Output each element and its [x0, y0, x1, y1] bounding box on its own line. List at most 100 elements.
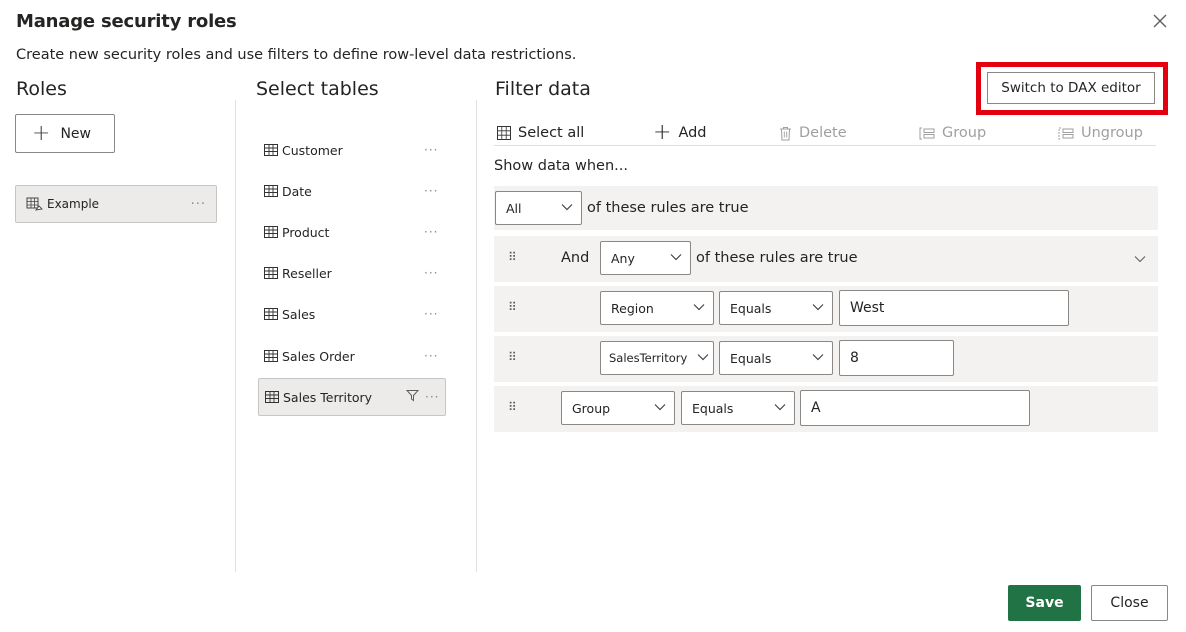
filter-heading: Filter data [495, 78, 591, 100]
trash-icon [780, 126, 791, 140]
chevron-down-icon [697, 354, 709, 361]
group-rule-row: ⠿ And Any of these rules are true [494, 236, 1158, 282]
table-item-sales-order[interactable]: Sales Order ··· [258, 338, 446, 374]
plus-icon: + [653, 120, 672, 145]
table-item-label: Sales [282, 306, 316, 322]
operator-select[interactable]: Equals [719, 341, 833, 375]
drag-handle-icon[interactable]: ⠿ [508, 251, 517, 263]
divider [476, 100, 477, 572]
ungroup-button[interactable]: Ungroup [1058, 122, 1143, 144]
chevron-down-icon [693, 304, 705, 311]
table-icon [264, 350, 278, 362]
select-all-icon [497, 126, 511, 140]
select-value: All [506, 200, 522, 216]
table-item-product[interactable]: Product ··· [258, 214, 446, 250]
divider [235, 100, 236, 572]
top-rule-row: All of these rules are true [494, 186, 1158, 230]
select-value: Equals [730, 350, 772, 366]
select-value: SalesTerritory [609, 351, 689, 365]
condition-row: ⠿ SalesTerritory Equals 8 [494, 336, 1158, 382]
rule-suffix: of these rules are true [696, 250, 858, 266]
add-button[interactable]: + Add [653, 122, 707, 144]
table-item-label: Reseller [282, 265, 332, 281]
group-icon [919, 127, 935, 139]
ungroup-label: Ungroup [1081, 125, 1143, 141]
value-field[interactable]: A [800, 390, 1030, 426]
more-options-icon[interactable]: ··· [424, 225, 438, 239]
condition-row: ⠿ Group Equals A [494, 386, 1158, 432]
chevron-down-icon [812, 354, 824, 361]
more-options-icon[interactable]: ··· [424, 184, 438, 198]
chevron-down-icon [561, 204, 573, 211]
more-options-icon[interactable]: ··· [424, 349, 438, 363]
table-item-label: Sales Order [282, 348, 355, 364]
role-item-label: Example [47, 197, 100, 211]
more-options-icon[interactable]: ··· [424, 307, 438, 321]
column-select[interactable]: Group [561, 391, 675, 425]
table-item-customer[interactable]: Customer ··· [258, 132, 446, 168]
chevron-down-icon [654, 404, 666, 411]
table-icon [265, 391, 279, 403]
chevron-down-icon [670, 254, 682, 261]
select-value: Equals [730, 300, 772, 316]
table-item-label: Customer [282, 142, 343, 158]
table-item-reseller[interactable]: Reseller ··· [258, 255, 446, 291]
drag-handle-icon[interactable]: ⠿ [508, 351, 517, 363]
select-value: Region [611, 300, 654, 316]
role-icon [26, 197, 43, 211]
dialog-title: Manage security roles [16, 11, 237, 32]
dialog-subtitle: Create new security roles and use filter… [16, 47, 577, 63]
table-item-date[interactable]: Date ··· [258, 173, 446, 209]
table-icon [264, 185, 278, 197]
new-role-label: New [60, 125, 91, 142]
toolbar-divider [494, 145, 1156, 146]
value-field[interactable]: West [839, 290, 1069, 326]
delete-button[interactable]: Delete [779, 122, 847, 144]
rule-suffix: of these rules are true [587, 200, 749, 216]
operator-select[interactable]: Equals [681, 391, 795, 425]
more-options-icon[interactable]: ··· [425, 390, 439, 404]
select-all-button[interactable]: Select all [497, 122, 584, 144]
more-options-icon[interactable]: ··· [424, 266, 438, 280]
group-connector: And [561, 250, 590, 266]
select-value: Group [572, 400, 611, 416]
group-quantifier-select[interactable]: Any [600, 241, 691, 275]
operator-select[interactable]: Equals [719, 291, 833, 325]
chevron-down-icon [812, 304, 824, 311]
value-field[interactable]: 8 [839, 340, 954, 376]
select-value: Equals [692, 400, 734, 416]
role-item-example[interactable]: Example ··· [15, 185, 217, 223]
delete-label: Delete [799, 125, 847, 141]
highlight-box [976, 62, 1168, 115]
table-item-sales[interactable]: Sales ··· [258, 296, 446, 332]
column-select[interactable]: Region [600, 291, 714, 325]
select-value: Any [611, 250, 635, 266]
more-options-icon[interactable]: ··· [424, 143, 438, 157]
roles-heading: Roles [16, 78, 67, 100]
group-label: Group [942, 125, 987, 141]
table-icon [264, 308, 278, 320]
new-role-button[interactable]: + New [15, 114, 115, 153]
column-select[interactable]: SalesTerritory [600, 341, 714, 375]
chevron-down-icon[interactable] [1134, 255, 1146, 263]
close-icon[interactable] [1151, 12, 1169, 30]
table-item-label: Date [282, 183, 312, 199]
show-when-label: Show data when... [494, 158, 628, 174]
top-quantifier-select[interactable]: All [495, 191, 582, 225]
drag-handle-icon[interactable]: ⠿ [508, 301, 517, 313]
table-item-sales-territory[interactable]: Sales Territory ··· [258, 378, 446, 416]
save-button[interactable]: Save [1008, 585, 1081, 621]
tables-heading: Select tables [256, 78, 379, 100]
condition-row: ⠿ Region Equals West [494, 286, 1158, 332]
drag-handle-icon[interactable]: ⠿ [508, 401, 517, 413]
filter-icon [406, 390, 419, 402]
table-item-label: Sales Territory [283, 389, 373, 405]
select-all-label: Select all [518, 125, 585, 141]
table-item-label: Product [282, 224, 330, 240]
group-button[interactable]: Group [919, 122, 986, 144]
ungroup-icon [1058, 127, 1074, 139]
chevron-down-icon [774, 404, 786, 411]
plus-icon: + [32, 120, 51, 146]
more-options-icon[interactable]: ··· [191, 197, 206, 212]
close-button[interactable]: Close [1091, 585, 1168, 621]
